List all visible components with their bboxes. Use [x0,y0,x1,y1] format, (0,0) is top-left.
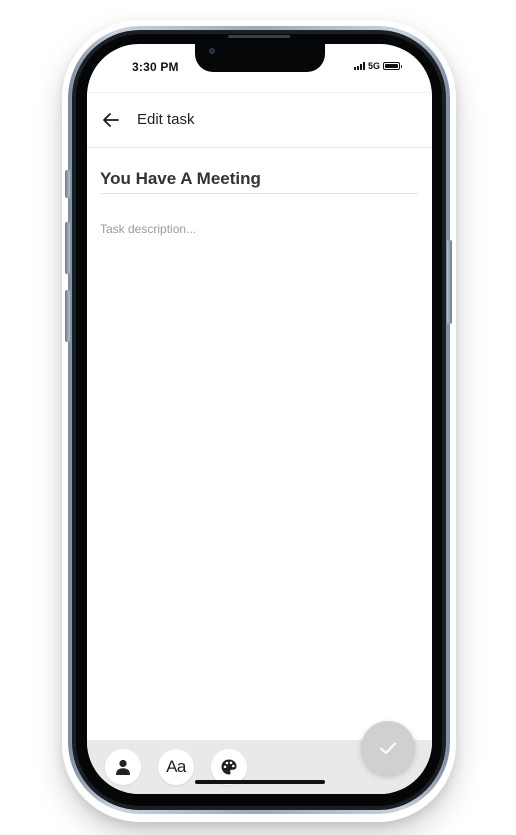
home-indicator[interactable] [195,780,325,784]
save-task-button[interactable] [361,721,415,775]
assign-person-button[interactable] [105,749,141,785]
check-icon [380,742,396,754]
phone-screen: 3:30 PM 5G Edit task Aa [87,44,432,794]
app-bar: Edit task [87,94,432,146]
task-description-input[interactable] [100,222,418,722]
volume-up-button [65,222,70,274]
notch [195,44,325,72]
battery-icon [383,62,402,70]
status-indicators: 5G [353,61,402,71]
status-divider [87,92,432,93]
text-format-icon: Aa [166,757,186,776]
front-camera [209,48,215,54]
volume-down-button [65,290,70,342]
task-title-input[interactable] [100,164,418,194]
page-title: Edit task [137,111,195,128]
text-format-button[interactable]: Aa [158,749,194,785]
earpiece-speaker [228,35,290,38]
signal-icon [353,62,365,70]
power-button [447,240,452,324]
network-label: 5G [367,61,380,71]
arrow-left-icon[interactable] [101,110,121,130]
app-bar-divider [87,147,432,148]
status-time: 3:30 PM [132,60,179,74]
palette-icon [221,759,237,775]
person-icon [116,759,130,775]
silent-switch [65,170,70,198]
stage: 3:30 PM 5G Edit task Aa [0,0,516,835]
